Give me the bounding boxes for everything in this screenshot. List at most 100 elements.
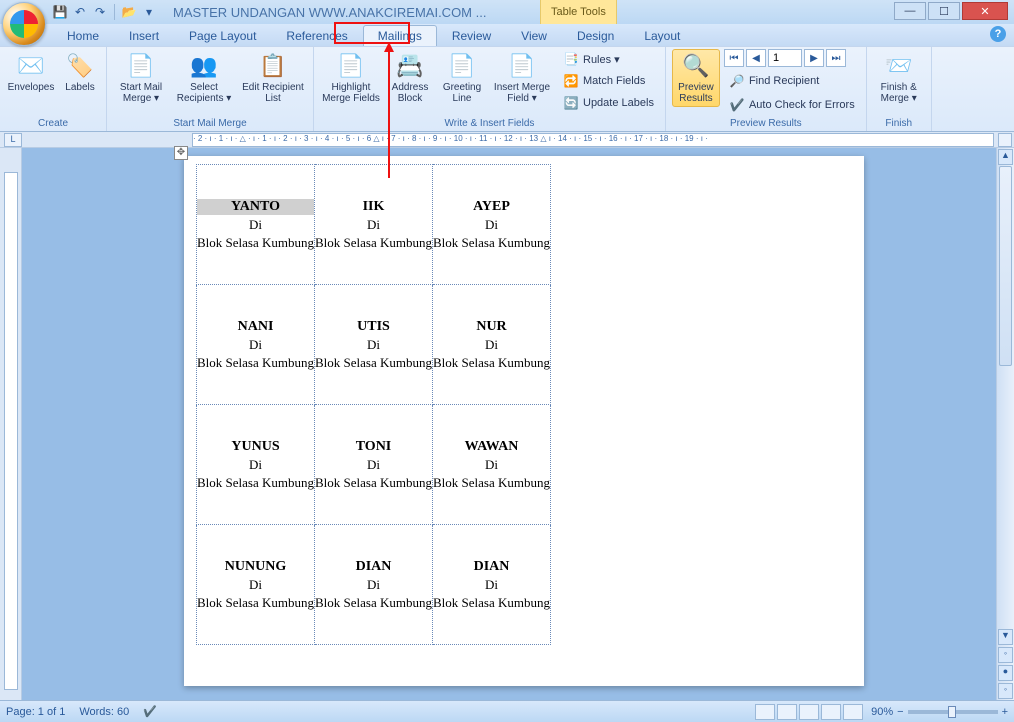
- label-address: Blok Selasa Kumbung: [433, 235, 550, 251]
- vertical-scrollbar[interactable]: ▲ ▼ ◦ ● ◦: [996, 148, 1014, 700]
- tab-layout[interactable]: Layout: [629, 25, 695, 46]
- office-button[interactable]: [2, 2, 46, 46]
- page-status[interactable]: Page: 1 of 1: [6, 706, 65, 718]
- highlight-merge-fields-button[interactable]: 📄Highlight Merge Fields: [320, 49, 382, 107]
- match-icon: 🔁: [563, 73, 579, 89]
- next-record-button[interactable]: ▶: [804, 49, 824, 67]
- browse-object-button[interactable]: ●: [998, 665, 1013, 681]
- group-label: Write & Insert Fields: [320, 118, 659, 131]
- start-mail-merge-button[interactable]: 📄Start Mail Merge ▾: [113, 49, 169, 107]
- group-label: Start Mail Merge: [113, 118, 307, 131]
- scroll-down-button[interactable]: ▼: [998, 629, 1013, 645]
- label-cell[interactable]: DIANDiBlok Selasa Kumbung: [315, 525, 433, 645]
- vertical-ruler[interactable]: [0, 148, 22, 700]
- tab-selector[interactable]: L: [4, 133, 22, 147]
- match-fields-button[interactable]: 🔁Match Fields: [558, 71, 659, 91]
- label-cell[interactable]: AYEPDiBlok Selasa Kumbung: [433, 165, 551, 285]
- proofing-icon[interactable]: ✔️: [143, 705, 157, 718]
- greeting-line-button[interactable]: 📄Greeting Line: [438, 49, 486, 107]
- label-di: Di: [197, 457, 314, 473]
- tab-references[interactable]: References: [271, 25, 362, 46]
- select-recipients-button[interactable]: 👥Select Recipients ▾: [173, 49, 235, 107]
- finish-merge-button[interactable]: 📨Finish & Merge ▾: [873, 49, 925, 107]
- label-di: Di: [197, 217, 314, 233]
- tab-mailings[interactable]: Mailings: [363, 25, 437, 46]
- envelopes-button[interactable]: ✉️Envelopes: [6, 49, 56, 96]
- window-controls: — ☐ ✕: [892, 2, 1008, 20]
- preview-results-button[interactable]: 🔍Preview Results: [672, 49, 720, 107]
- first-record-button[interactable]: ⏮: [724, 49, 744, 67]
- label-cell[interactable]: YANTO Di Blok Selasa Kumbung: [197, 165, 315, 285]
- label-cell[interactable]: NURDiBlok Selasa Kumbung: [433, 285, 551, 405]
- labels-button[interactable]: 🏷️Labels: [60, 49, 100, 96]
- outline-view-button[interactable]: [821, 704, 841, 720]
- table-move-handle-icon[interactable]: ✥: [174, 146, 188, 160]
- tab-view[interactable]: View: [506, 25, 562, 46]
- maximize-button[interactable]: ☐: [928, 2, 960, 20]
- next-page-button[interactable]: ◦: [998, 683, 1013, 699]
- web-layout-view-button[interactable]: [799, 704, 819, 720]
- update-labels-button[interactable]: 🔄Update Labels: [558, 93, 659, 113]
- prev-page-button[interactable]: ◦: [998, 647, 1013, 663]
- auto-check-errors-button[interactable]: ✔️Auto Check for Errors: [724, 95, 860, 115]
- qat-dropdown-icon[interactable]: ▾: [141, 4, 157, 20]
- draft-view-button[interactable]: [843, 704, 863, 720]
- last-record-button[interactable]: ⏭: [826, 49, 846, 67]
- title-bar: 💾 ↶ ↷ 📂 ▾ MASTER UNDANGAN WWW.ANAKCIREMA…: [0, 0, 1014, 24]
- open-icon[interactable]: 📂: [121, 4, 137, 20]
- horizontal-ruler[interactable]: · 2 · ı · 1 · ı · △ · ı · 1 · ı · 2 · ı …: [192, 133, 994, 147]
- label-di: Di: [315, 337, 432, 353]
- label-cell[interactable]: NUNUNGDiBlok Selasa Kumbung: [197, 525, 315, 645]
- undo-icon[interactable]: ↶: [72, 4, 88, 20]
- word-count[interactable]: Words: 60: [79, 706, 129, 718]
- tab-home[interactable]: Home: [52, 25, 114, 46]
- tab-review[interactable]: Review: [437, 25, 506, 46]
- prev-record-button[interactable]: ◀: [746, 49, 766, 67]
- tab-insert[interactable]: Insert: [114, 25, 174, 46]
- label-address: Blok Selasa Kumbung: [197, 595, 314, 611]
- label-cell[interactable]: YUNUSDiBlok Selasa Kumbung: [197, 405, 315, 525]
- document-page[interactable]: ✥ YANTODiBlok Selasa KumbungIIKDiBlok Se…: [184, 156, 864, 686]
- window-title: MASTER UNDANGAN WWW.ANAKCIREMAI.COM ...: [173, 5, 486, 20]
- record-number-input[interactable]: [768, 49, 802, 67]
- edit-recipient-list-button[interactable]: 📋Edit Recipient List: [239, 49, 307, 107]
- find-recipient-button[interactable]: 🔎Find Recipient: [724, 71, 860, 91]
- insert-merge-field-button[interactable]: 📄Insert Merge Field ▾: [490, 49, 554, 107]
- zoom-slider-knob[interactable]: [948, 706, 956, 718]
- label-cell[interactable]: NANIDiBlok Selasa Kumbung: [197, 285, 315, 405]
- table-tools-contextual-tab: Table Tools: [540, 0, 617, 24]
- rules-button[interactable]: 📑Rules ▾: [558, 49, 659, 69]
- redo-icon[interactable]: ↷: [92, 4, 108, 20]
- label-address: Blok Selasa Kumbung: [315, 355, 432, 371]
- address-block-button[interactable]: 📇Address Block: [386, 49, 434, 107]
- scroll-up-button[interactable]: ▲: [998, 149, 1013, 165]
- scroll-thumb[interactable]: [999, 166, 1012, 366]
- close-button[interactable]: ✕: [962, 2, 1008, 20]
- zoom-in-button[interactable]: +: [1002, 706, 1008, 718]
- label-cell[interactable]: WAWANDiBlok Selasa Kumbung: [433, 405, 551, 525]
- label-cell[interactable]: UTISDiBlok Selasa Kumbung: [315, 285, 433, 405]
- label-address: Blok Selasa Kumbung: [197, 235, 314, 251]
- help-icon[interactable]: ?: [990, 26, 1006, 42]
- minimize-button[interactable]: —: [894, 2, 926, 20]
- ruler-toggle-button[interactable]: [998, 133, 1012, 147]
- tab-page-layout[interactable]: Page Layout: [174, 25, 271, 46]
- tab-design[interactable]: Design: [562, 25, 629, 46]
- rules-icon: 📑: [563, 51, 579, 67]
- check-icon: ✔️: [729, 97, 745, 113]
- zoom-out-button[interactable]: −: [897, 706, 903, 718]
- label-cell[interactable]: TONIDiBlok Selasa Kumbung: [315, 405, 433, 525]
- label-cell[interactable]: IIKDiBlok Selasa Kumbung: [315, 165, 433, 285]
- save-icon[interactable]: 💾: [52, 4, 68, 20]
- full-screen-view-button[interactable]: [777, 704, 797, 720]
- group-write-insert-fields: 📄Highlight Merge Fields 📇Address Block 📄…: [314, 47, 666, 131]
- edit-list-icon: 📋: [257, 52, 289, 80]
- annotation-red-arrow: [388, 50, 390, 178]
- label-name: TONI: [315, 439, 432, 455]
- print-layout-view-button[interactable]: [755, 704, 775, 720]
- label-cell[interactable]: DIANDiBlok Selasa Kumbung: [433, 525, 551, 645]
- view-buttons: [755, 704, 863, 720]
- label-name: YANTO: [197, 199, 314, 215]
- zoom-level[interactable]: 90%: [871, 706, 893, 718]
- zoom-slider[interactable]: [908, 710, 998, 714]
